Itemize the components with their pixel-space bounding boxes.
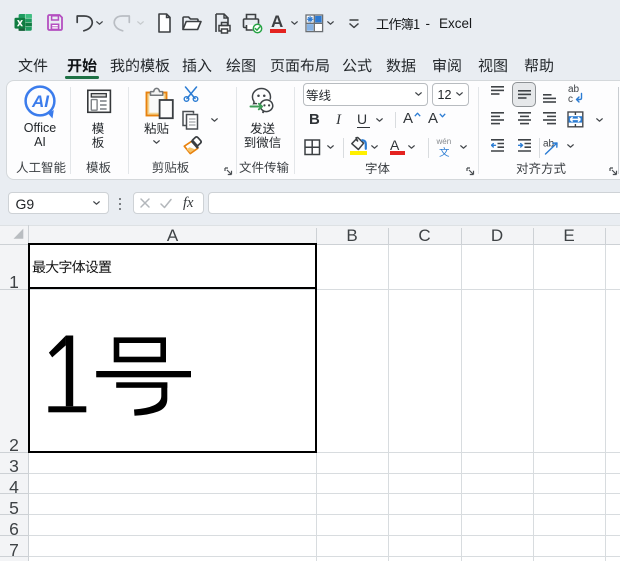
svg-text:c: c bbox=[568, 94, 573, 105]
svg-text:AI: AI bbox=[31, 92, 50, 111]
